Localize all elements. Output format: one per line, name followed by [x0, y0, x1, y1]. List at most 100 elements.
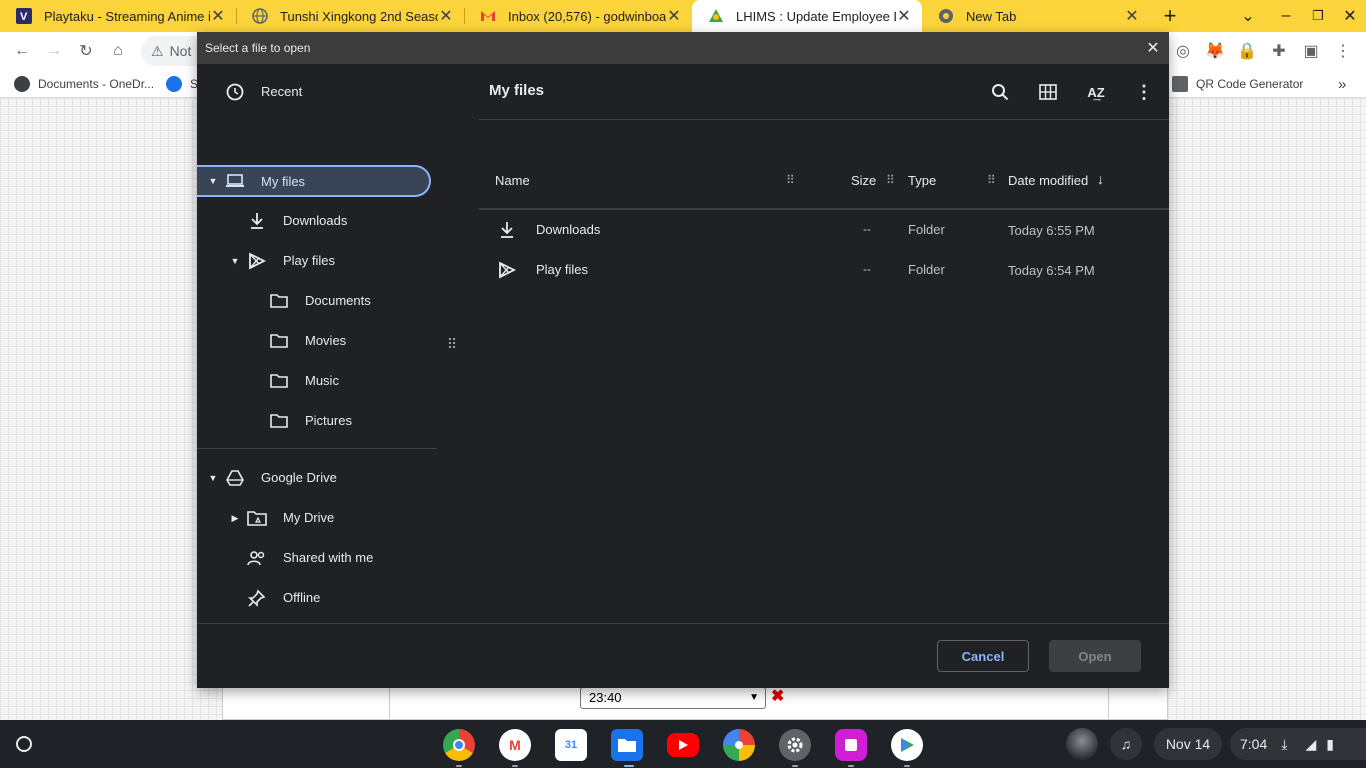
- file-row-play-files[interactable]: Play files -- Folder Today 6:54 PM: [479, 250, 1169, 290]
- nav-item-recent[interactable]: Recent: [197, 76, 437, 108]
- time-select[interactable]: 23:40 ▼: [580, 687, 766, 709]
- column-resize-icon[interactable]: ⠿: [987, 173, 996, 187]
- nav-item-documents[interactable]: Documents: [197, 285, 437, 317]
- grid-view-icon[interactable]: [1032, 76, 1064, 108]
- date-button[interactable]: Nov 14: [1154, 728, 1222, 760]
- launcher-icon[interactable]: [12, 732, 36, 756]
- nav-item-offline[interactable]: Offline: [197, 582, 437, 614]
- nav-item-pictures[interactable]: Pictures: [197, 405, 437, 437]
- file-date: Today 6:54 PM: [1008, 263, 1095, 278]
- column-header-name[interactable]: Name: [495, 173, 530, 188]
- photos-icon[interactable]: [723, 729, 755, 761]
- play-store-icon: [247, 251, 267, 271]
- nav-item-downloads[interactable]: Downloads: [197, 205, 437, 237]
- close-window-icon[interactable]: ✕: [1334, 0, 1366, 32]
- nav-item-shared-with-me[interactable]: Shared with me: [197, 542, 437, 574]
- expand-arrow-icon: ▼: [230, 256, 240, 266]
- nav-item-play-files[interactable]: ▼ Play files: [197, 245, 437, 277]
- new-tab-button[interactable]: +: [1154, 0, 1186, 32]
- folder-icon: [269, 411, 289, 431]
- bookmark-favicon-icon: [14, 76, 30, 92]
- settings-icon[interactable]: [779, 729, 811, 761]
- splitter-handle[interactable]: ⠿: [447, 336, 457, 352]
- column-header-date-modified[interactable]: Date modified: [1008, 173, 1088, 188]
- restore-icon[interactable]: ❐: [1302, 0, 1334, 32]
- chrome-icon[interactable]: [443, 729, 475, 761]
- nav-item-music[interactable]: Music: [197, 365, 437, 397]
- file-size: --: [863, 222, 871, 236]
- column-header-size[interactable]: Size: [851, 173, 876, 188]
- column-header-row: Name ⠿ Size ⠿ Type ⠿ Date modified ↓: [479, 153, 1169, 210]
- lock-extension-icon[interactable]: 🔒: [1232, 36, 1262, 66]
- close-icon[interactable]: ✕: [1143, 38, 1163, 58]
- bookmark-s[interactable]: S: [166, 70, 198, 98]
- nav-label: Movies: [305, 333, 347, 348]
- wifi-icon: ◢: [1305, 735, 1317, 752]
- play-store-icon[interactable]: [891, 729, 923, 761]
- app-running-indicator: [512, 765, 518, 767]
- bookmarks-overflow-button[interactable]: »: [1338, 70, 1346, 98]
- tab-close-icon[interactable]: ✕: [210, 6, 226, 26]
- files-icon[interactable]: [611, 729, 643, 761]
- nav-item-my-drive[interactable]: ▶ My Drive: [197, 502, 437, 534]
- youtube-icon[interactable]: [667, 733, 699, 757]
- minimize-icon[interactable]: –: [1270, 0, 1302, 32]
- home-icon[interactable]: ⌂: [103, 36, 133, 66]
- sort-az-icon[interactable]: A͢Z: [1080, 76, 1112, 108]
- app-running-indicator: [792, 765, 798, 767]
- tab-new[interactable]: New Tab ✕: [922, 0, 1150, 32]
- reload-icon[interactable]: ↻: [71, 36, 101, 66]
- tab-playtaku[interactable]: V Playtaku - Streaming Anime in ✕: [0, 0, 236, 32]
- nav-label: Recent: [261, 84, 303, 99]
- open-button[interactable]: Open: [1049, 640, 1141, 672]
- metamask-icon[interactable]: 🦊: [1200, 36, 1230, 66]
- tab-close-icon[interactable]: ✕: [438, 6, 454, 26]
- chrome-icon: [938, 8, 954, 24]
- calendar-icon[interactable]: 31: [555, 729, 587, 761]
- column-header-topline: [479, 97, 1169, 98]
- puzzle-icon[interactable]: ✚: [1264, 36, 1294, 66]
- column-header-type[interactable]: Type: [908, 173, 936, 188]
- tab-close-icon[interactable]: ✕: [1124, 6, 1140, 26]
- nav-label: Downloads: [283, 213, 348, 228]
- nav-item-my-files[interactable]: ▼ My files: [197, 165, 431, 197]
- media-controls-icon[interactable]: ♫: [1110, 728, 1142, 760]
- tab-close-icon[interactable]: ✕: [666, 6, 682, 26]
- nav-item-movies[interactable]: Movies: [197, 325, 437, 357]
- footer-divider: [197, 623, 1169, 624]
- tab-strip: V Playtaku - Streaming Anime in ✕ Tunshi…: [0, 0, 1366, 32]
- media-app-icon[interactable]: [835, 729, 867, 761]
- date-label: Nov 14: [1165, 736, 1211, 752]
- file-name: Downloads: [536, 222, 601, 237]
- forward-arrow-icon[interactable]: →: [39, 36, 69, 66]
- tab-title: Inbox (20,576) - godwinboadi@: [508, 8, 666, 24]
- search-icon[interactable]: [984, 76, 1016, 108]
- back-arrow-icon[interactable]: ←: [7, 36, 37, 66]
- bookmark-qr[interactable]: QR Code Generator: [1172, 70, 1303, 98]
- file-row-downloads[interactable]: Downloads -- Folder Today 6:55 PM: [479, 210, 1169, 250]
- tab-tunshi[interactable]: Tunshi Xingkong 2nd Season ✕: [236, 0, 464, 32]
- more-options-icon[interactable]: ⋮: [1128, 76, 1160, 108]
- gmail-icon[interactable]: M: [499, 729, 531, 761]
- column-resize-icon[interactable]: ⠿: [886, 173, 895, 187]
- status-tray[interactable]: 7:04 ⤓ ◢ ▮: [1230, 728, 1366, 760]
- remove-icon[interactable]: ✖: [771, 689, 787, 705]
- avatar[interactable]: [1066, 728, 1098, 760]
- extension-icon[interactable]: ◎: [1168, 36, 1198, 66]
- sort-descending-icon[interactable]: ↓: [1097, 171, 1104, 187]
- bookmark-label: Documents - OneDr...: [38, 77, 155, 91]
- file-picker-dialog: Select a file to open ✕ Recent ▼ My file…: [197, 32, 1169, 688]
- tab-gmail[interactable]: Inbox (20,576) - godwinboadi@ ✕: [464, 0, 692, 32]
- tab-close-icon[interactable]: ✕: [896, 6, 912, 26]
- tab-search-icon[interactable]: ⌄: [1232, 0, 1264, 32]
- tab-lhims[interactable]: LHIMS : Update Employee Doc ✕: [692, 0, 922, 32]
- column-resize-icon[interactable]: ⠿: [786, 173, 795, 187]
- app-running-indicator: [848, 765, 854, 767]
- bookmark-onedrive[interactable]: Documents - OneDr...: [14, 70, 154, 98]
- nav-label: My files: [261, 174, 306, 189]
- navigation-tree: Recent ▼ My files Downloads ▼ Play files…: [197, 64, 437, 624]
- menu-kebab-icon[interactable]: ⋮: [1328, 36, 1358, 66]
- nav-item-google-drive[interactable]: ▼ Google Drive: [197, 462, 437, 494]
- side-panel-icon[interactable]: ▣: [1296, 36, 1326, 66]
- cancel-button[interactable]: Cancel: [937, 640, 1029, 672]
